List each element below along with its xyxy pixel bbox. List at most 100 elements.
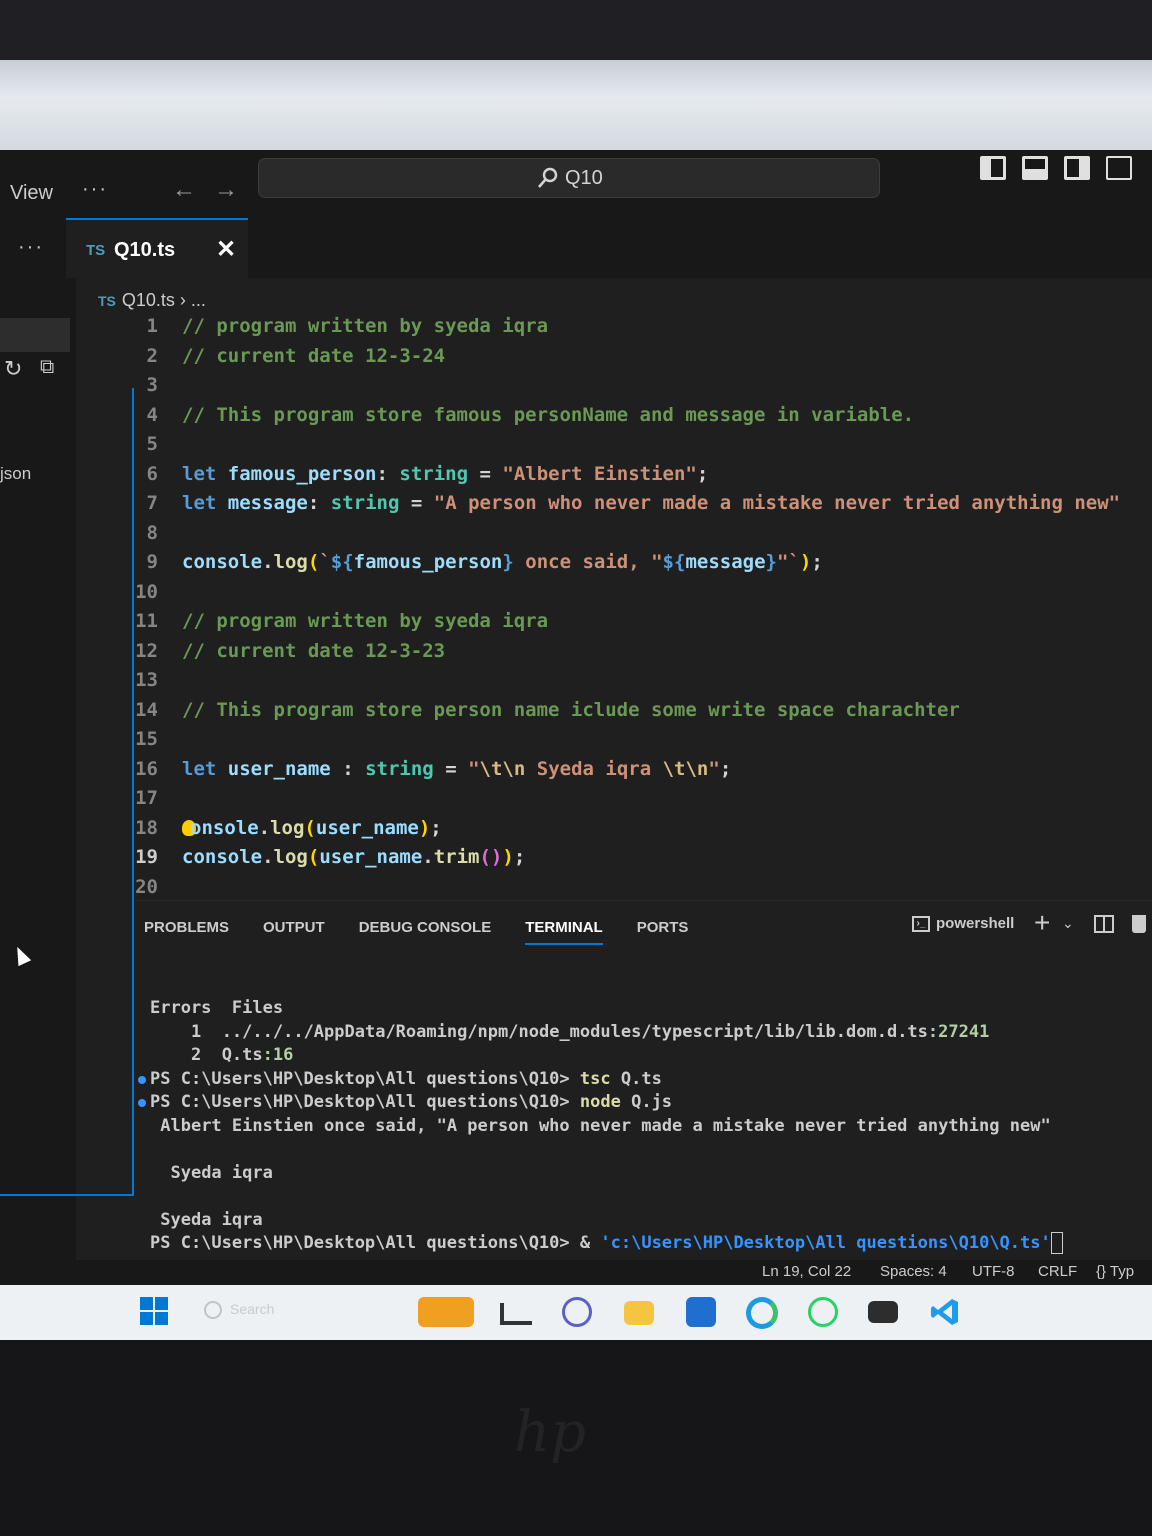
forward-arrow-icon[interactable]: → <box>214 176 238 204</box>
terminal-shell-selector[interactable]: ›_ powershell <box>912 915 1014 932</box>
menu-view[interactable]: View <box>10 182 53 205</box>
search-icon <box>204 1301 222 1319</box>
tab-terminal[interactable]: TERMINAL <box>525 919 603 945</box>
line-number: 9 <box>146 551 158 573</box>
status-indentation[interactable]: Spaces: 4 <box>880 1263 947 1280</box>
command-center-search[interactable]: Q10 <box>258 158 880 198</box>
terminal-line: 1 ../../../AppData/Roaming/npm/node_modu… <box>190 1021 990 1042</box>
code-text: console.log(`${famous_person} once said,… <box>182 551 823 573</box>
explorer-selected-row[interactable] <box>0 318 70 352</box>
status-encoding[interactable]: UTF-8 <box>972 1263 1015 1280</box>
line-number: 1 <box>146 315 158 337</box>
toggle-secondary-sidebar-icon[interactable] <box>1064 156 1090 180</box>
line-number: 8 <box>146 521 158 544</box>
line-number: 18 <box>135 816 158 839</box>
command-status-dot[interactable] <box>138 1099 146 1107</box>
terminal-line: Syeda iqra <box>170 1162 273 1183</box>
code-text: let user_name : string = "\t\n Syeda iqr… <box>182 757 732 780</box>
breadcrumb-file[interactable]: Q10.ts <box>122 290 175 310</box>
line-number: 14 <box>135 698 158 721</box>
breadcrumb[interactable]: TS Q10.ts › ... <box>98 290 206 311</box>
widgets-icon[interactable] <box>418 1297 474 1327</box>
taskbar-search-placeholder: Search <box>230 1301 275 1317</box>
layout-controls <box>980 156 1132 180</box>
bottom-panel: PROBLEMS OUTPUT DEBUG CONSOLE TERMINAL P… <box>136 900 1152 1285</box>
editor-tab-bar: ··· TS Q10.ts ✕ <box>0 218 1152 278</box>
edge-browser-icon[interactable] <box>746 1297 778 1329</box>
code-text: onsole.log(user_name); <box>182 814 442 844</box>
menu-more[interactable]: ··· <box>82 178 108 201</box>
tab-debug-console[interactable]: DEBUG CONSOLE <box>359 919 492 945</box>
windows-start-icon[interactable] <box>140 1297 168 1325</box>
line-number: 2 <box>146 344 158 367</box>
terminal-line: Errors Files <box>150 998 284 1018</box>
line-number: 11 <box>135 610 158 632</box>
trash-icon[interactable] <box>1132 915 1146 933</box>
monitor-bezel-top <box>0 0 1152 60</box>
status-bar: Ln 19, Col 22 Spaces: 4 UTF-8 CRLF {} Ty… <box>0 1260 1152 1285</box>
code-text: // current date 12-3-23 <box>182 639 446 662</box>
toggle-panel-icon[interactable] <box>1022 156 1048 180</box>
status-language[interactable]: {} Typ <box>1096 1263 1134 1280</box>
whatsapp-icon[interactable] <box>808 1297 838 1327</box>
terminal-line: Albert Einstien once said, "A person who… <box>160 1115 1051 1136</box>
search-icon <box>538 167 558 188</box>
tab-output[interactable]: OUTPUT <box>263 919 325 945</box>
code-text: let famous_person: string = "Albert Eins… <box>182 462 709 485</box>
code-text: let message: string = "A person who neve… <box>182 492 1121 514</box>
line-number: 5 <box>146 433 158 455</box>
terminal-line: 2 Q.ts:16 <box>190 1045 294 1065</box>
refresh-icon[interactable]: ↻ <box>4 356 22 382</box>
chevron-down-icon[interactable]: ⌄ <box>1062 915 1074 932</box>
store-icon[interactable] <box>686 1297 716 1327</box>
terminal-line: PS C:\Users\HP\Desktop\All questions\Q10… <box>150 1232 1063 1256</box>
customize-layout-icon[interactable] <box>1106 156 1132 180</box>
terminal-icon: ›_ <box>912 915 930 932</box>
chat-icon[interactable] <box>562 1297 592 1327</box>
split-terminal-icon[interactable] <box>1094 915 1114 933</box>
toggle-sidebar-icon[interactable] <box>980 156 1006 180</box>
tab-ports[interactable]: PORTS <box>637 919 689 945</box>
line-number: 7 <box>146 492 158 514</box>
command-status-dot[interactable] <box>138 1075 146 1084</box>
title-bar: View ··· ← → Q10 <box>0 150 1152 218</box>
code-text: // program written by syeda iqra <box>182 315 549 337</box>
line-number: 3 <box>146 374 158 396</box>
task-view-icon[interactable] <box>500 1303 532 1325</box>
typescript-file-icon: TS <box>86 242 106 259</box>
line-number: 19 <box>135 846 158 868</box>
code-text: console.log(user_name.trim()); <box>182 846 526 868</box>
new-terminal-icon[interactable]: + <box>1034 907 1050 939</box>
back-arrow-icon[interactable]: ← <box>172 176 196 204</box>
shell-name: powershell <box>936 915 1015 932</box>
terminal-line: PS C:\Users\HP\Desktop\All questions\Q10… <box>138 1068 1063 1092</box>
line-number: 10 <box>135 580 158 603</box>
line-number: 15 <box>135 728 158 750</box>
terminal-line: Syeda iqra <box>160 1209 263 1230</box>
tab-q10-ts[interactable]: TS Q10.ts ✕ <box>66 218 248 278</box>
taskbar-search[interactable]: Search <box>196 1297 386 1327</box>
file-explorer-icon[interactable] <box>624 1301 654 1325</box>
hp-logo: hp <box>514 1400 586 1465</box>
status-eol[interactable]: CRLF <box>1038 1263 1077 1280</box>
status-cursor-position[interactable]: Ln 19, Col 22 <box>762 1263 851 1280</box>
terminal-output[interactable]: Errors Files 1 ../../../AppData/Roaming/… <box>138 997 1063 1256</box>
vscode-window: View ··· ← → Q10 ··· TS Q10.ts ✕ ↻ ⧉ jso… <box>0 150 1152 1285</box>
close-icon[interactable]: ✕ <box>216 235 236 264</box>
collapse-all-icon[interactable]: ⧉ <box>40 356 54 379</box>
tab-problems[interactable]: PROBLEMS <box>144 919 229 945</box>
terminal-line: PS C:\Users\HP\Desktop\All questions\Q10… <box>138 1091 1063 1115</box>
code-text: // current date 12-3-24 <box>182 344 446 367</box>
typescript-file-icon: TS <box>98 293 116 309</box>
explorer-more-actions[interactable]: ··· <box>18 236 44 259</box>
terminal-app-icon[interactable] <box>868 1301 898 1323</box>
background-window <box>0 60 1152 155</box>
line-number: 12 <box>135 639 158 662</box>
line-number: 20 <box>135 875 158 898</box>
command-center-text: Q10 <box>565 167 603 189</box>
breadcrumb-symbols[interactable]: › ... <box>175 290 206 310</box>
tab-label: Q10.ts <box>114 239 176 261</box>
vscode-icon[interactable] <box>930 1297 960 1327</box>
